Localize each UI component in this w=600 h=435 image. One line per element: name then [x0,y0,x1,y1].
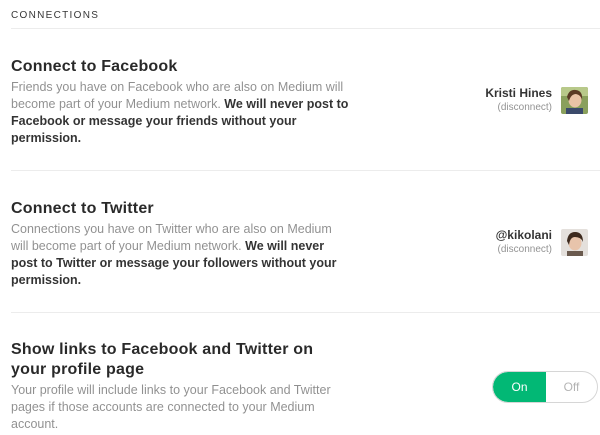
divider [11,312,600,313]
twitter-connection-description: Connections you have on Twitter who are … [11,221,351,289]
divider [11,28,600,29]
divider [11,170,600,171]
twitter-account-name: @kikolani [495,228,552,242]
twitter-avatar [561,229,588,256]
facebook-avatar-image [561,87,588,114]
facebook-avatar [561,87,588,114]
toggle-off-option[interactable]: Off [546,372,597,402]
twitter-account: @kikolani (disconnect) [496,228,552,256]
twitter-connection-title: Connect to Twitter [11,200,154,217]
facebook-connection-description: Friends you have on Facebook who are als… [11,79,351,147]
profile-links-description: Your profile will include links to your … [11,383,331,431]
section-title: CONNECTIONS [11,10,100,21]
facebook-connection-title: Connect to Facebook [11,58,178,75]
profile-links-toggle[interactable]: On Off [492,371,598,403]
facebook-account: Kristi Hines (disconnect) [485,86,552,114]
toggle-on-option[interactable]: On [493,372,546,402]
twitter-disconnect-link[interactable]: (disconnect) [496,243,552,256]
facebook-account-name: Kristi Hines [485,86,552,100]
twitter-avatar-image [561,229,588,256]
profile-links-title: Show links to Facebook and Twitter on yo… [11,341,314,378]
facebook-disconnect-link[interactable]: (disconnect) [485,101,552,114]
